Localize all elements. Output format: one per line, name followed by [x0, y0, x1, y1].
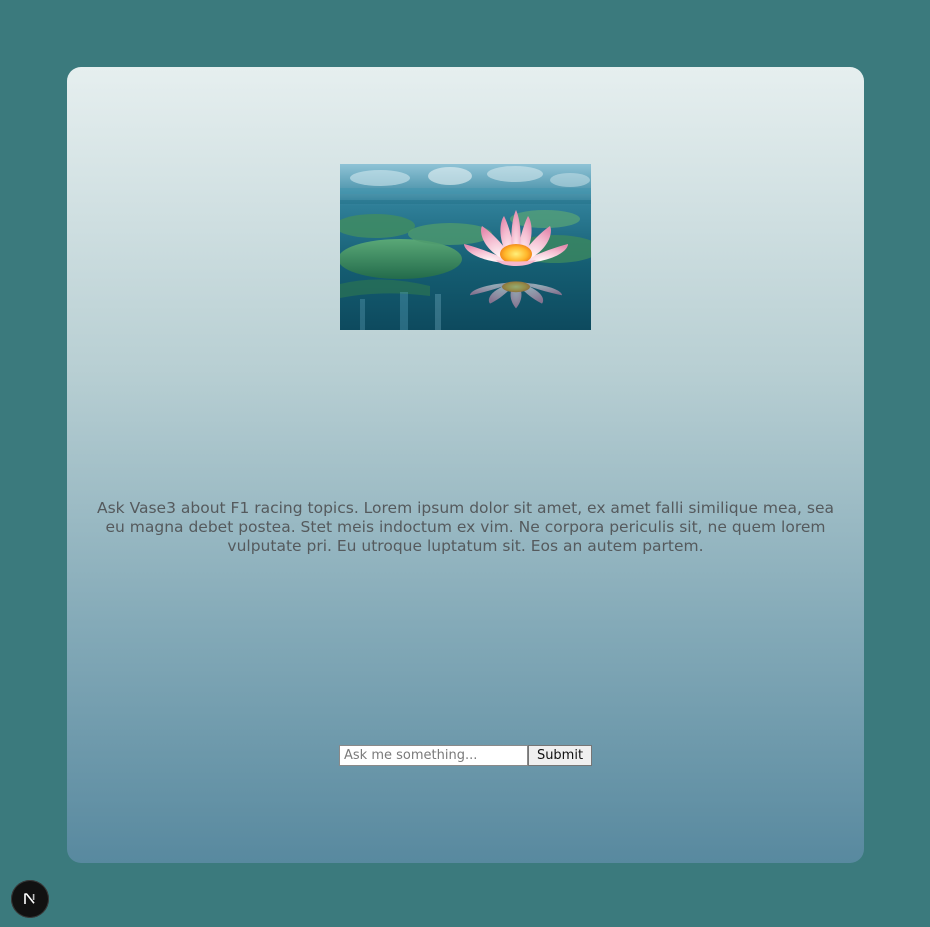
description-text: Ask Vase3 about F1 racing topics. Lorem …: [97, 499, 834, 555]
nextjs-logo-icon: [24, 893, 35, 904]
submit-button[interactable]: Submit: [528, 745, 592, 766]
nextjs-dev-badge[interactable]: [11, 880, 49, 918]
main-card: Ask Vase3 about F1 racing topics. Lorem …: [67, 67, 864, 863]
ask-input[interactable]: [339, 745, 528, 766]
ask-form: Submit: [339, 745, 592, 766]
lotus-flower-image: [340, 164, 591, 330]
